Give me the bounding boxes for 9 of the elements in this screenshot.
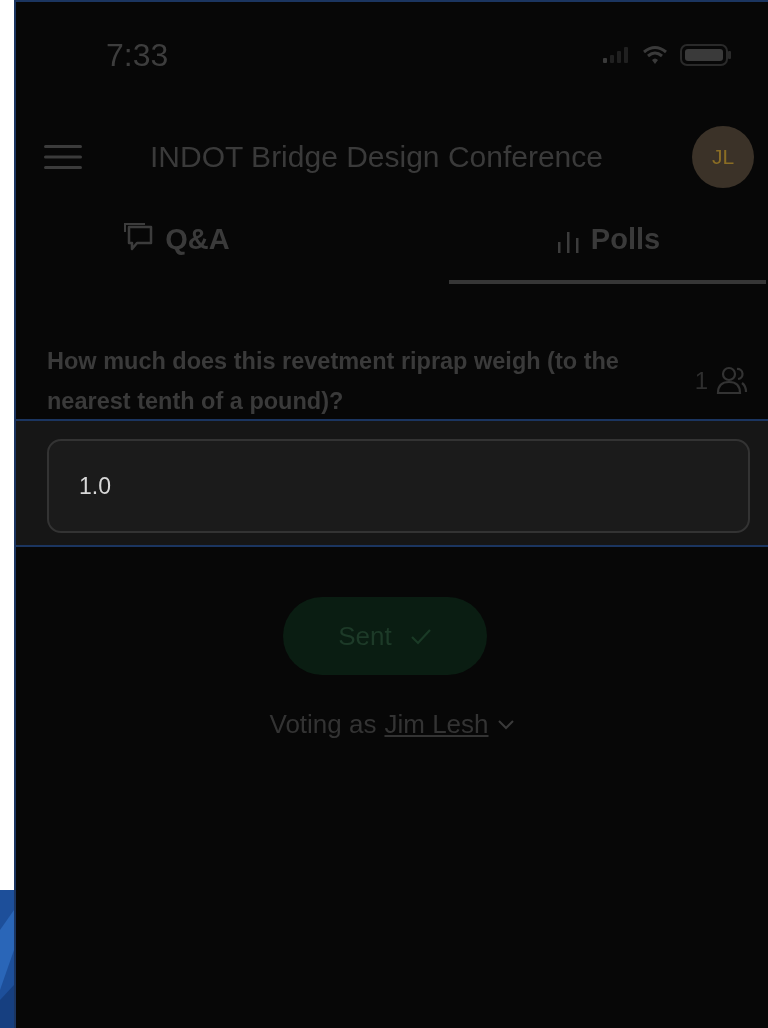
- menu-icon[interactable]: [44, 144, 82, 170]
- battery-icon: [680, 43, 732, 67]
- wifi-icon: [642, 45, 668, 65]
- chevron-down-icon[interactable]: [496, 718, 515, 731]
- answer-field[interactable]: 1.0: [47, 439, 750, 533]
- signal-icon: [602, 46, 630, 64]
- avatar[interactable]: JL: [692, 126, 754, 188]
- check-icon: [409, 627, 432, 645]
- people-icon: [714, 365, 748, 396]
